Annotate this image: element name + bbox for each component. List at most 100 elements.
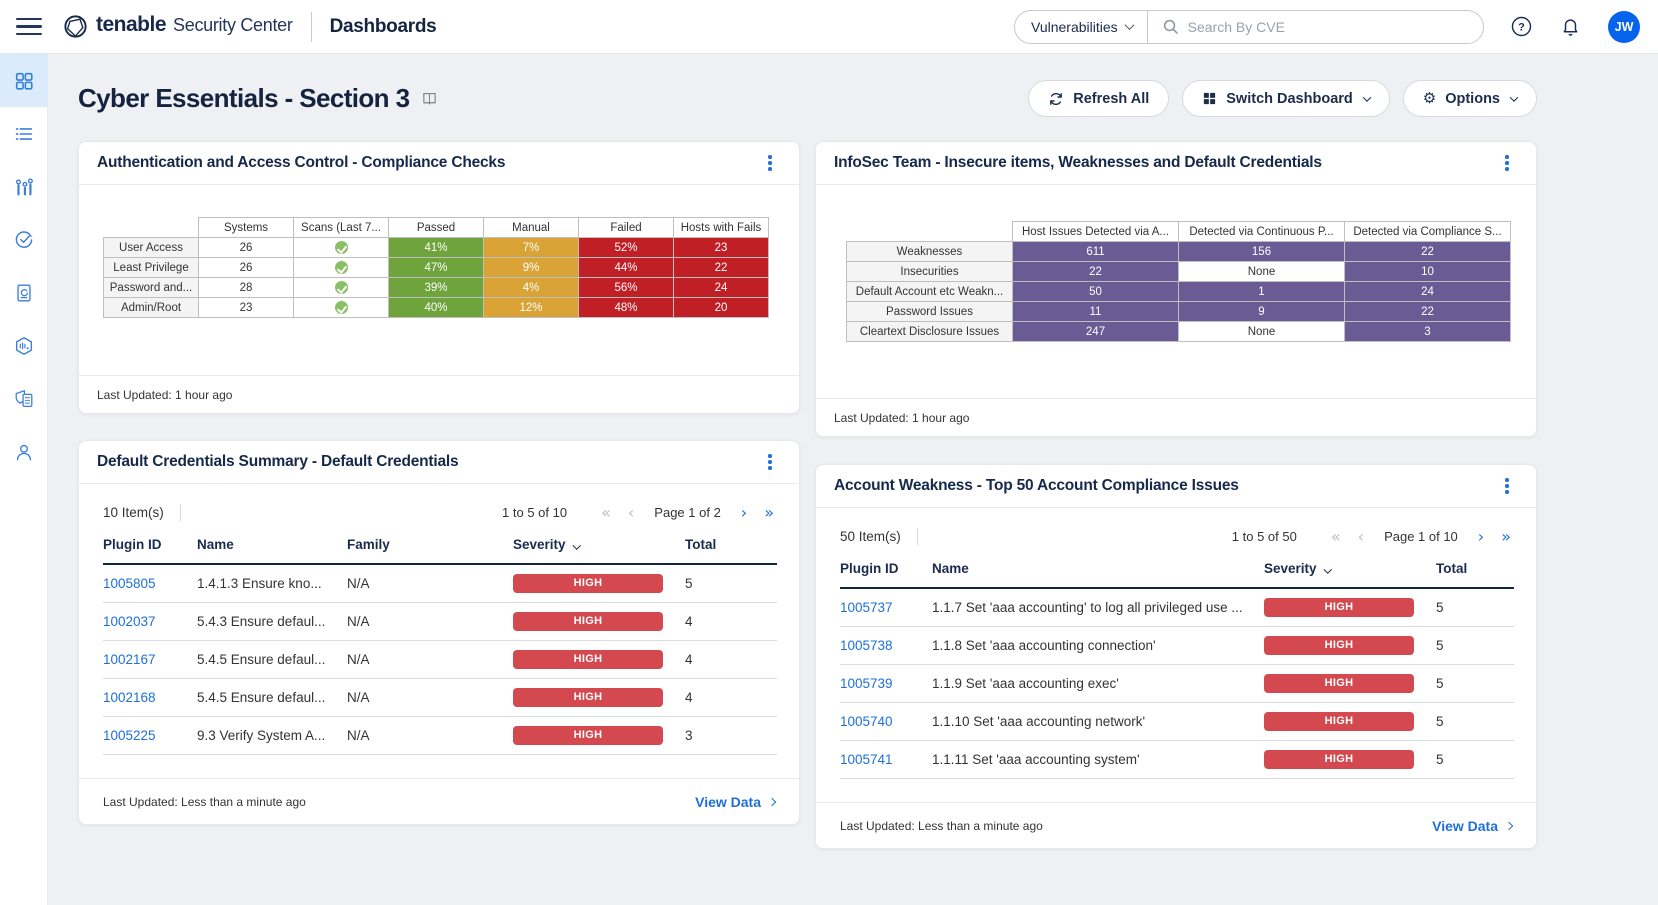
plugin-id-link[interactable]: 1005805 (103, 576, 156, 591)
plugin-id-link[interactable]: 1005738 (840, 638, 893, 653)
kebab-menu-icon[interactable] (1496, 152, 1518, 174)
matrix-corner (847, 222, 1013, 242)
matrix-row: User Access2641%7%52%23 (104, 238, 769, 258)
kebab-menu-icon[interactable] (759, 152, 781, 174)
matrix-cell: 22 (674, 258, 769, 278)
sidebar-item-dashboards[interactable] (0, 54, 48, 107)
infosec-matrix-table: Host Issues Detected via A...Detected vi… (816, 185, 1536, 342)
prev-page-button[interactable]: ‹ (1357, 529, 1365, 545)
avatar[interactable]: JW (1608, 11, 1640, 43)
auth-matrix-table: SystemsScans (Last 7...PassedManualFaile… (79, 185, 799, 318)
total-cell: 5 (1436, 702, 1514, 740)
plugin-id-link[interactable]: 1005741 (840, 752, 893, 767)
matrix-row: Default Account etc Weakn...50124 (847, 282, 1511, 302)
name-cell: 1.1.7 Set 'aaa accounting' to log all pr… (932, 588, 1264, 626)
chevron-right-icon (1505, 821, 1513, 829)
matrix-cell: 1 (1179, 282, 1345, 302)
plugin-id-link[interactable]: 1002168 (103, 690, 156, 705)
family-cell: N/A (347, 564, 513, 602)
sidebar-item-scans[interactable] (0, 213, 48, 266)
matrix-cell: 24 (1345, 282, 1511, 302)
matrix-row: Insecurities22None10 (847, 262, 1511, 282)
plugin-id-link[interactable]: 1002037 (103, 614, 156, 629)
matrix-column-header: Manual (484, 218, 579, 238)
matrix-row-label: Weaknesses (847, 242, 1013, 262)
panel-title: Account Weakness - Top 50 Account Compli… (834, 477, 1239, 495)
plugin-id-cell: 1002037 (103, 602, 197, 640)
plugin-id-link[interactable]: 1002167 (103, 652, 156, 667)
last-updated: Last Updated: 1 hour ago (834, 411, 969, 425)
search-scope-select[interactable]: Vulnerabilities (1015, 11, 1148, 43)
last-page-button[interactable]: » (763, 505, 775, 521)
severity-badge: HIGH (1264, 674, 1414, 693)
notifications-button[interactable] (1559, 15, 1582, 38)
dashboard-grid-icon (13, 70, 35, 92)
matrix-cell: 23 (199, 298, 294, 318)
column-header-plugin-id: Plugin ID (103, 537, 197, 564)
severity-cell: HIGH (1264, 702, 1436, 740)
sidebar-item-users[interactable] (0, 425, 48, 478)
matrix-row: Admin/Root2340%12%48%20 (104, 298, 769, 318)
total-cell: 4 (685, 678, 777, 716)
search-input[interactable] (1188, 19, 1469, 35)
matrix-row-label: Default Account etc Weakn... (847, 282, 1013, 302)
sidebar-item-analysis[interactable] (0, 107, 48, 160)
matrix-cell: 48% (579, 298, 674, 318)
prev-page-button[interactable]: ‹ (627, 505, 635, 521)
table-row: 10020375.4.3 Ensure defaul...N/AHIGH4 (103, 602, 777, 640)
sidebar-item-policies[interactable] (0, 372, 48, 425)
total-cell: 3 (685, 716, 777, 754)
first-page-button[interactable]: « (1330, 529, 1342, 545)
column-header-family: Family (347, 537, 513, 564)
menu-icon[interactable] (16, 18, 42, 36)
last-page-button[interactable]: » (1500, 529, 1512, 545)
severity-badge: HIGH (1264, 750, 1414, 769)
column-header-severity[interactable]: Severity (513, 537, 685, 564)
first-page-button[interactable]: « (600, 505, 612, 521)
matrix-cell: 44% (579, 258, 674, 278)
next-page-button[interactable]: › (1477, 529, 1485, 545)
book-icon[interactable] (421, 90, 438, 107)
column-header-total: Total (685, 537, 777, 564)
gear-icon: ⚙ (1423, 91, 1436, 106)
matrix-cell: 4% (484, 278, 579, 298)
matrix-column-header: Detected via Continuous P... (1179, 222, 1345, 242)
sidebar-item-assets[interactable] (0, 160, 48, 213)
last-updated: Last Updated: Less than a minute ago (103, 795, 306, 809)
column-header-plugin-id: Plugin ID (840, 561, 932, 588)
matrix-row-label: Least Privilege (104, 258, 199, 278)
sort-chevron-icon (574, 537, 580, 552)
name-cell: 1.1.11 Set 'aaa accounting system' (932, 740, 1264, 778)
plugin-id-link[interactable]: 1005739 (840, 676, 893, 691)
matrix-cell: 28 (199, 278, 294, 298)
help-button[interactable]: ? (1510, 15, 1533, 38)
next-page-button[interactable]: › (740, 505, 748, 521)
sidebar-item-repositories[interactable] (0, 319, 48, 372)
switch-dashboard-button[interactable]: Switch Dashboard (1182, 80, 1390, 117)
matrix-table: Host Issues Detected via A...Detected vi… (846, 221, 1511, 342)
sidebar-item-reports[interactable] (0, 266, 48, 319)
table-row: 10058051.4.1.3 Ensure kno...N/AHIGH5 (103, 564, 777, 602)
severity-badge: HIGH (513, 650, 663, 669)
plugin-id-link[interactable]: 1005225 (103, 728, 156, 743)
severity-cell: HIGH (1264, 740, 1436, 778)
matrix-cell (294, 278, 389, 298)
plugin-id-link[interactable]: 1005740 (840, 714, 893, 729)
kebab-menu-icon[interactable] (1496, 475, 1518, 497)
column-header-severity[interactable]: Severity (1264, 561, 1436, 588)
app-title: Dashboards (330, 16, 437, 38)
severity-cell: HIGH (513, 640, 685, 678)
plugin-id-cell: 1002167 (103, 640, 197, 678)
header-divider (311, 12, 312, 42)
column-header-total: Total (1436, 561, 1514, 588)
severity-cell: HIGH (513, 678, 685, 716)
refresh-all-button[interactable]: Refresh All (1028, 80, 1169, 117)
options-button[interactable]: ⚙ Options (1403, 80, 1537, 117)
kebab-menu-icon[interactable] (759, 451, 781, 473)
plugin-id-link[interactable]: 1005737 (840, 600, 893, 615)
help-icon: ? (1510, 15, 1533, 38)
view-data-link[interactable]: View Data (1432, 818, 1512, 834)
total-cell: 4 (685, 602, 777, 640)
severity-cell: HIGH (513, 564, 685, 602)
view-data-link[interactable]: View Data (695, 794, 775, 810)
